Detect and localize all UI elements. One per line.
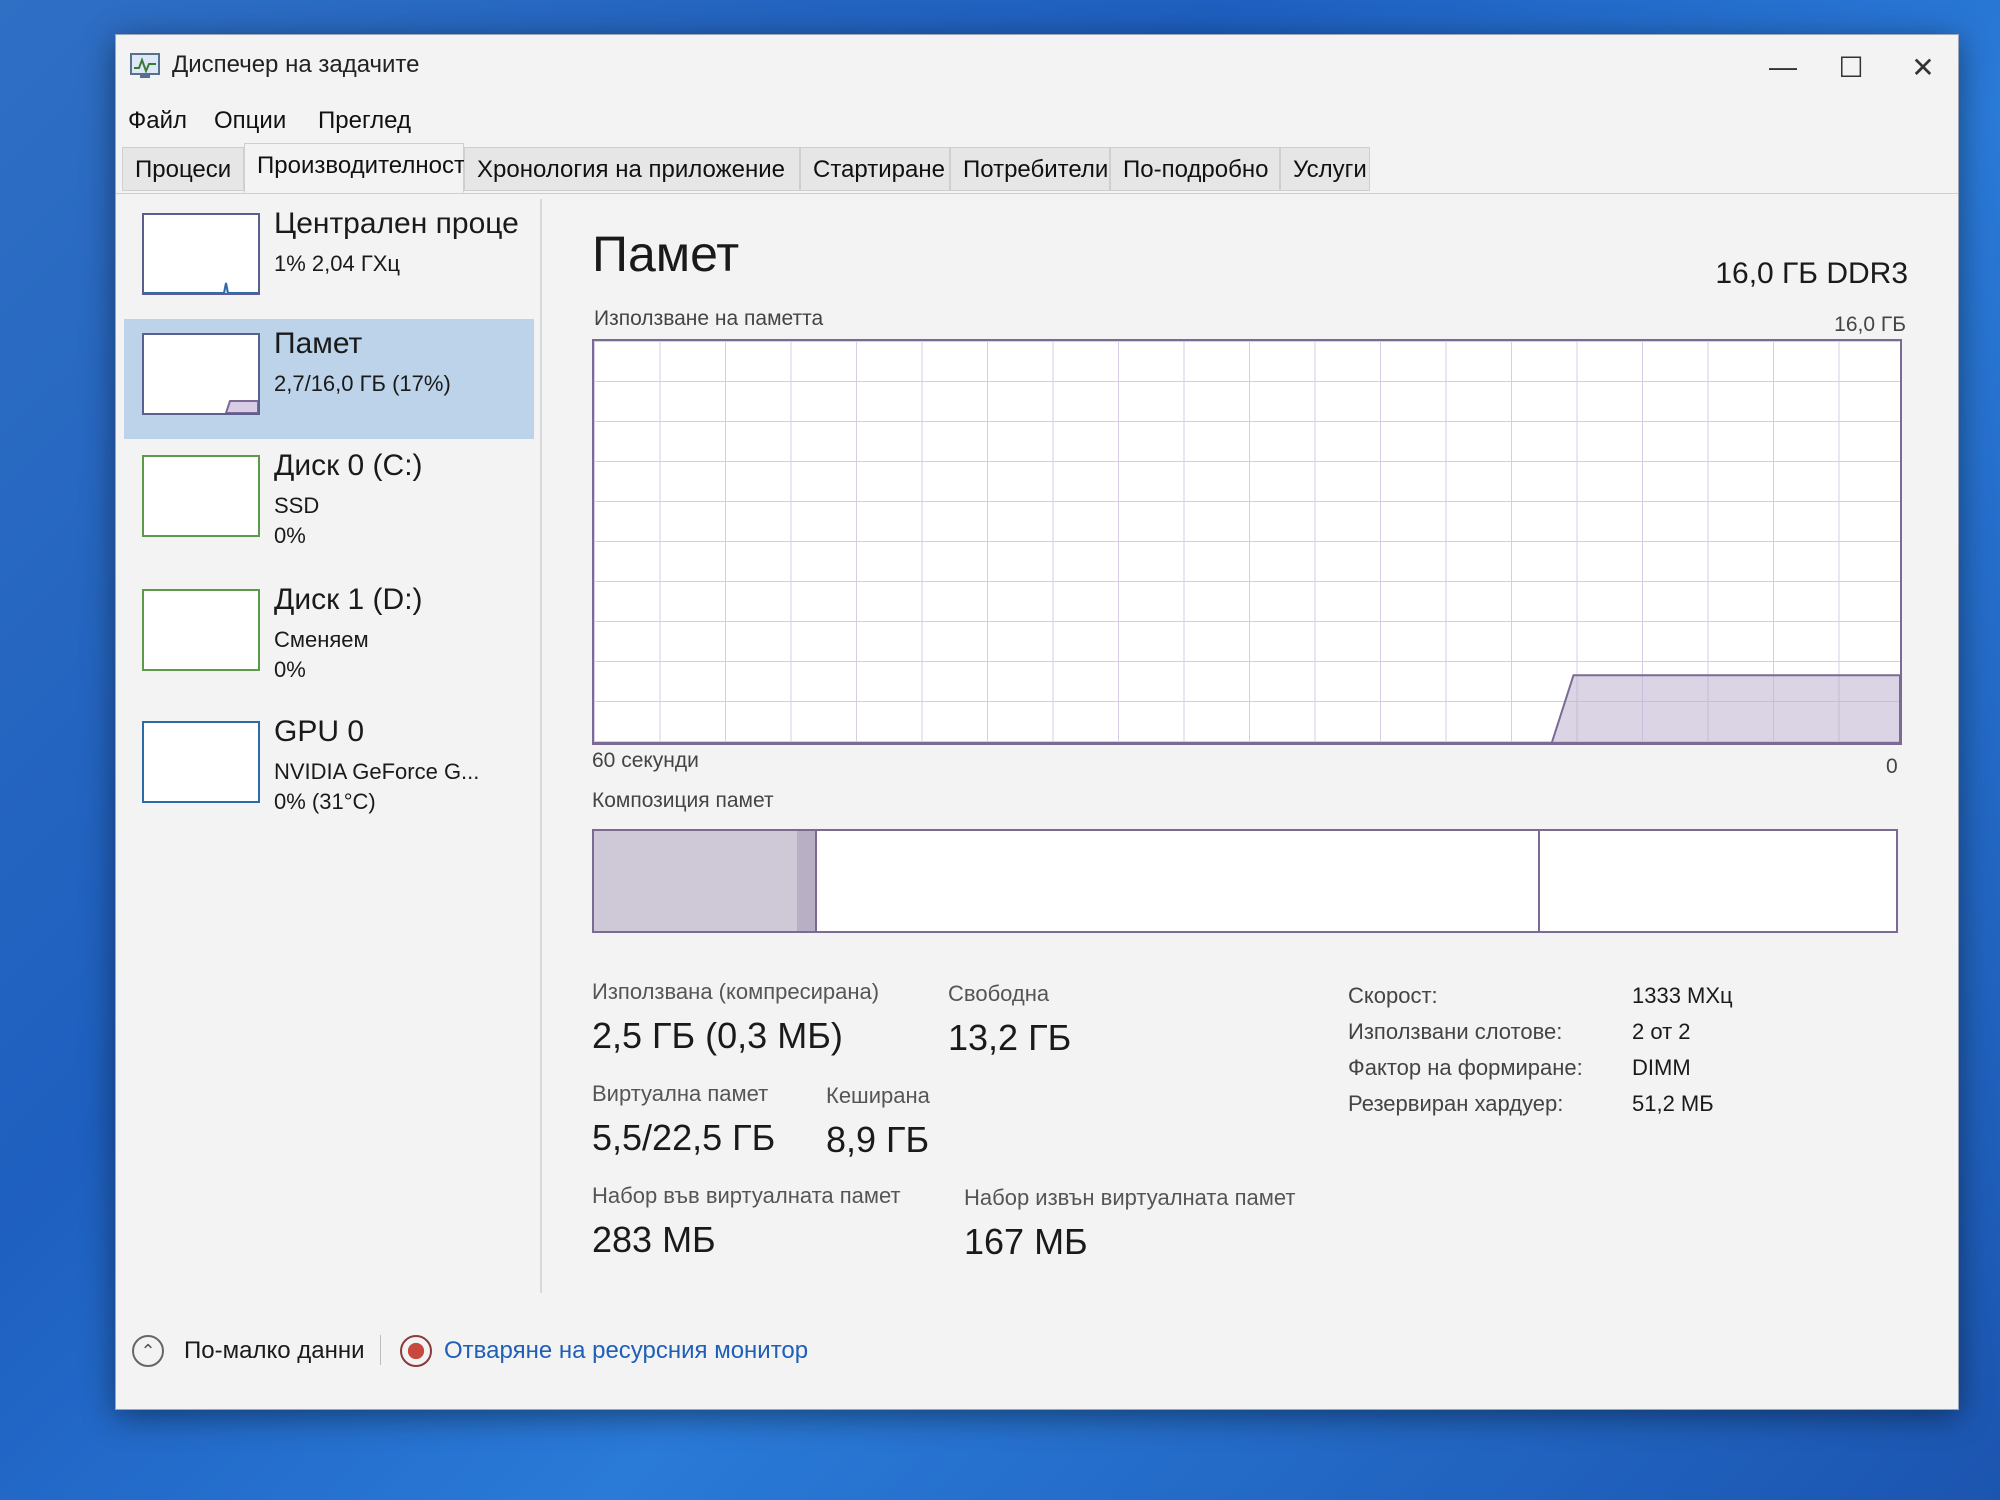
memory-usage-graph — [592, 339, 1902, 745]
minimize-button[interactable]: — — [1748, 43, 1818, 91]
resource-monitor-link[interactable]: Отваряне на ресурсния монитор — [444, 1337, 808, 1365]
sidebar-item-usage: 0% — [274, 523, 306, 548]
tab-users[interactable]: Потребители — [950, 147, 1110, 191]
footer-divider — [380, 1335, 381, 1365]
gpu-0-thumbnail — [142, 721, 260, 803]
nonpaged-pool-value: 167 МБ — [964, 1221, 1088, 1262]
footer: ⌃ По-малко данни Отваряне на ресурсния м… — [116, 1315, 1958, 1385]
speed-value: 1333 МХц — [1632, 983, 1733, 1008]
sidebar-item-disk-1[interactable]: Диск 1 (D:) Сменяем 0% — [124, 575, 534, 695]
sidebar-item-disk-0[interactable]: Диск 0 (C:) SSD 0% — [124, 441, 534, 561]
tab-strip: Процеси Производителност Хронология на п… — [116, 143, 1958, 194]
task-manager-window: Диспечер на задачите — ☐ ✕ Файл Опции Пр… — [115, 34, 1959, 1410]
memory-usage-area — [594, 674, 1900, 743]
composition-label: Композиция памет — [592, 789, 774, 812]
paged-pool-value: 283 МБ — [592, 1219, 716, 1260]
menu-file[interactable]: Файл — [128, 107, 187, 135]
memory-thumbnail — [142, 333, 260, 415]
slots-label: Използвани слотове: — [1348, 1019, 1563, 1044]
tab-startup[interactable]: Стартиране — [800, 147, 950, 191]
reserved-label: Резервиран хардуер: — [1348, 1091, 1564, 1116]
sidebar-item-label: Памет — [274, 327, 363, 360]
used-label: Използвана (компресирана) — [592, 979, 880, 1004]
sidebar-item-gpu-0[interactable]: GPU 0 NVIDIA GeForce G... 0% (31°C) — [124, 707, 534, 827]
tab-processes[interactable]: Процеси — [122, 147, 244, 191]
chevron-up-icon[interactable]: ⌃ — [132, 1335, 164, 1367]
sidebar-item-detail: 2,7/16,0 ГБ (17%) — [274, 371, 451, 396]
virtual-label: Виртуална памет — [592, 1081, 769, 1106]
composition-in-use[interactable] — [594, 831, 798, 931]
composition-divider — [815, 831, 818, 931]
sidebar-item-label: Диск 0 (C:) — [274, 449, 423, 482]
disk-1-thumbnail — [142, 589, 260, 671]
sidebar-item-detail: SSD — [274, 493, 320, 518]
sidebar-item-usage: 0% (31°C) — [274, 789, 376, 814]
usage-graph-label: Използване на паметта — [594, 307, 824, 330]
cached-label: Кеширана — [826, 1083, 930, 1108]
resource-monitor-icon[interactable] — [400, 1335, 432, 1367]
free-label: Свободна — [948, 981, 1050, 1006]
nonpaged-pool-label: Набор извън виртуалната памет — [964, 1185, 1296, 1210]
graph-time-left: 60 секунди — [592, 749, 699, 772]
composition-divider — [1537, 831, 1540, 931]
free-value: 13,2 ГБ — [948, 1017, 1072, 1058]
maximize-button[interactable]: ☐ — [1816, 43, 1886, 91]
reserved-value: 51,2 МБ — [1632, 1091, 1714, 1116]
memory-composition-bar[interactable] — [592, 829, 1898, 933]
form-factor-label: Фактор на формиране: — [1348, 1055, 1583, 1080]
menu-bar: Файл Опции Преглед — [116, 99, 1958, 145]
sidebar-item-memory[interactable]: Памет 2,7/16,0 ГБ (17%) — [124, 319, 534, 439]
tab-services[interactable]: Услуги — [1280, 147, 1370, 191]
disk-0-thumbnail — [142, 455, 260, 537]
menu-options[interactable]: Опции — [214, 107, 286, 135]
task-manager-icon — [130, 53, 160, 78]
sidebar-item-label: GPU 0 — [274, 715, 365, 748]
window-title: Диспечер на задачите — [172, 51, 420, 78]
close-button[interactable]: ✕ — [1888, 43, 1958, 91]
tab-details[interactable]: По-подробно — [1110, 147, 1280, 191]
usage-graph-max: 16,0 ГБ — [1834, 313, 1906, 336]
virtual-value: 5,5/22,5 ГБ — [592, 1117, 776, 1158]
form-factor-value: DIMM — [1632, 1055, 1691, 1080]
cpu-thumbnail — [142, 213, 260, 295]
menu-view[interactable]: Преглед — [318, 107, 411, 135]
memory-type: 16,0 ГБ DDR3 — [1715, 257, 1908, 290]
sidebar-item-usage: 0% — [274, 657, 306, 682]
page-title: Памет — [592, 226, 740, 282]
used-value: 2,5 ГБ (0,3 МБ) — [592, 1015, 843, 1056]
title-bar[interactable]: Диспечер на задачите — ☐ ✕ — [116, 35, 1958, 99]
fewer-details-button[interactable]: По-малко данни — [184, 1337, 365, 1365]
sidebar-item-detail: NVIDIA GeForce G... — [274, 759, 480, 784]
slots-value: 2 от 2 — [1632, 1019, 1691, 1044]
composition-modified[interactable] — [797, 831, 816, 931]
paged-pool-label: Набор във виртуалната памет — [592, 1183, 901, 1208]
tab-performance[interactable]: Производителност — [244, 143, 465, 193]
performance-sidebar: Централен проце 1% 2,04 ГХц Памет 2,7/16… — [124, 199, 542, 1307]
memory-usage-series — [594, 674, 1900, 743]
sidebar-divider[interactable] — [540, 199, 542, 1293]
sidebar-item-label: Диск 1 (D:) — [274, 583, 423, 616]
sidebar-item-label: Централен проце — [274, 207, 519, 240]
sidebar-item-detail: 1% 2,04 ГХц — [274, 251, 401, 276]
graph-time-right: 0 — [1886, 755, 1898, 778]
sidebar-item-cpu[interactable]: Централен проце 1% 2,04 ГХц — [124, 199, 534, 319]
cached-value: 8,9 ГБ — [826, 1119, 930, 1160]
speed-label: Скорост: — [1348, 983, 1438, 1008]
tab-app-history[interactable]: Хронология на приложение — [464, 147, 800, 191]
sidebar-item-detail: Сменяем — [274, 627, 369, 652]
